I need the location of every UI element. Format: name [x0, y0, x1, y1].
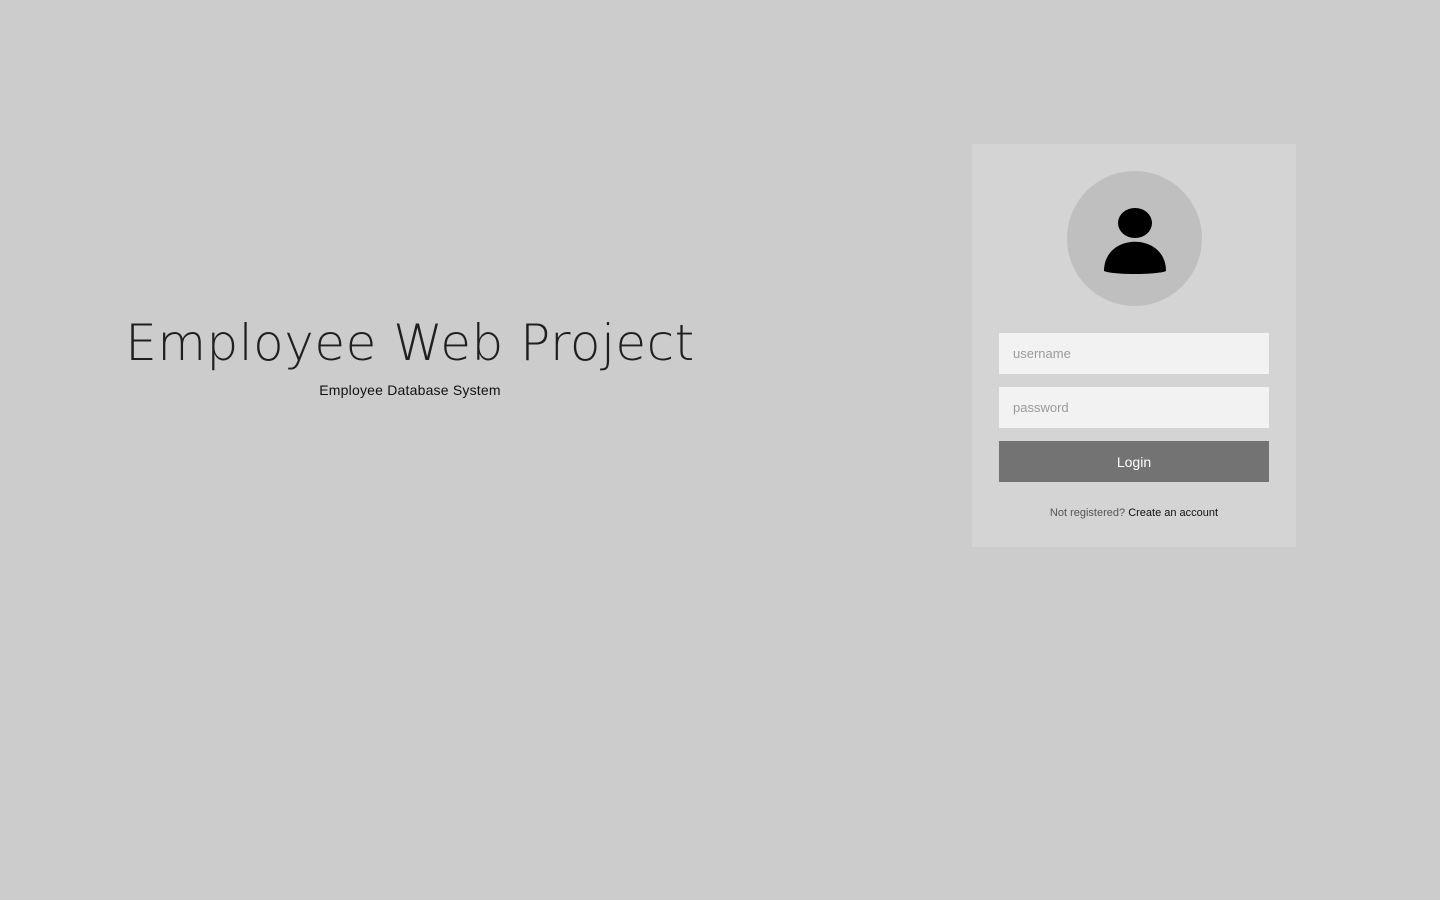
user-silhouette-icon: [1104, 208, 1166, 274]
register-prompt-text: Not registered?: [1049, 507, 1126, 519]
username-input[interactable]: [999, 333, 1269, 374]
login-button[interactable]: Login: [999, 441, 1269, 482]
login-card: Login Not registered? Create an account: [972, 144, 1296, 547]
password-input[interactable]: [999, 387, 1269, 428]
page-title: Employee Web Project: [125, 314, 695, 372]
login-page: Employee Web Project Employee Database S…: [0, 0, 1440, 900]
create-account-link[interactable]: Create an account: [1128, 507, 1218, 519]
page-subtitle: Employee Database System: [319, 382, 501, 398]
register-prompt-line: Not registered? Create an account: [972, 507, 1296, 519]
avatar: [1067, 171, 1202, 306]
brand-block: Employee Web Project Employee Database S…: [100, 310, 720, 398]
